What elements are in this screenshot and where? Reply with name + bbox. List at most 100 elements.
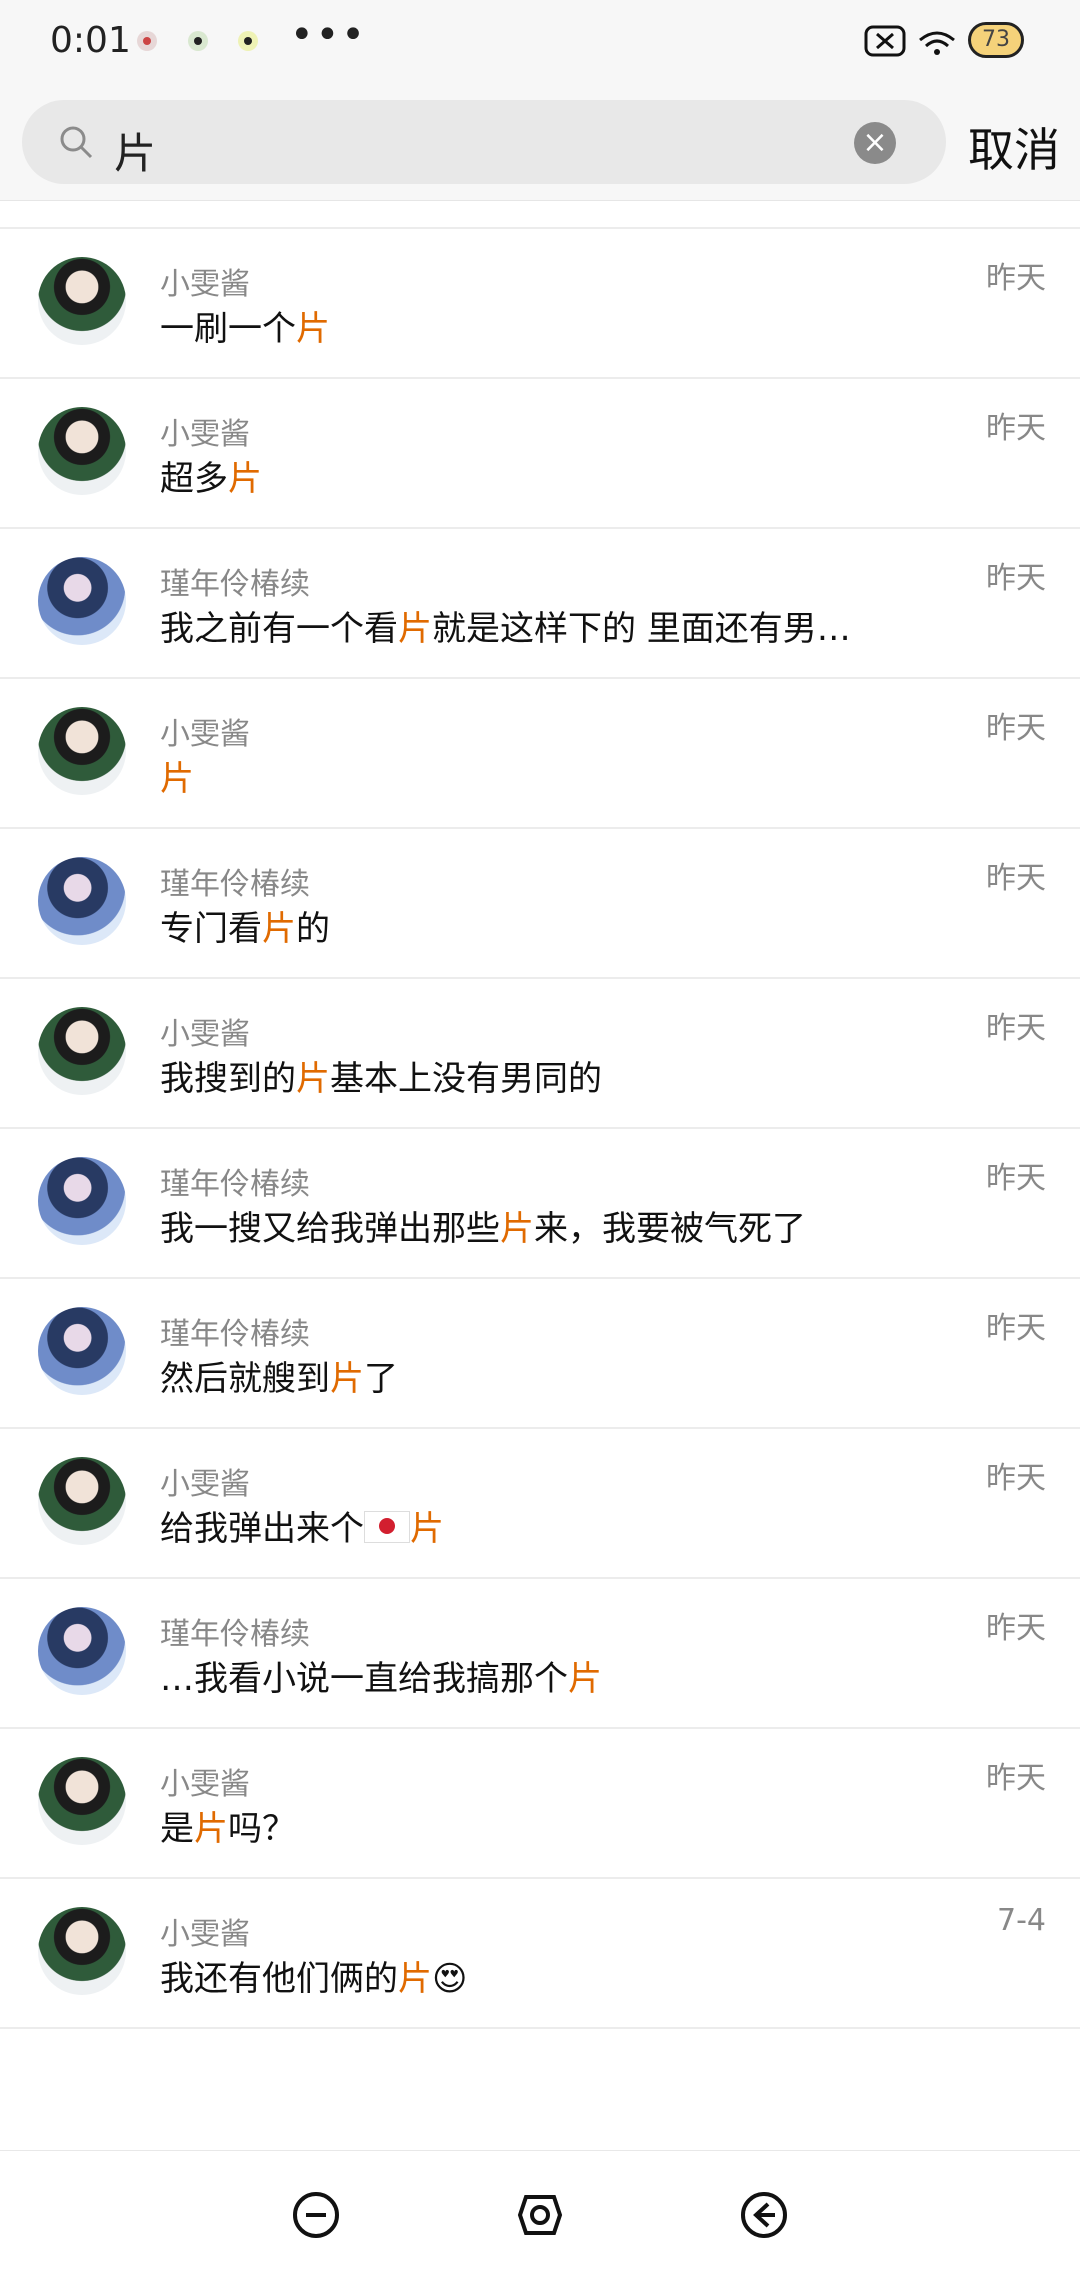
snippet-text: 基本上没有男同的 (330, 1059, 602, 1099)
result-row[interactable]: 小雯酱 昨天超多片 (0, 377, 1080, 527)
keyword-highlight: 片 (398, 1959, 432, 1999)
message-time: 昨天 (986, 1161, 1046, 1196)
sender-name: 小雯酱 (160, 267, 250, 302)
snippet-text: 我一搜又给我弹出那些 (160, 1209, 500, 1249)
result-row[interactable]: 小雯酱 昨天片 (0, 677, 1080, 827)
keyword-highlight: 片 (500, 1209, 534, 1249)
keyword-highlight: 片 (410, 1509, 444, 1549)
avatar[interactable] (38, 1307, 126, 1395)
search-results-list: 小雯酱 昨天 一刷一个片 小雯酱 昨天 超多片 瑾年伶椿续 昨天 我之前有一个看片就是这样下的 … (0, 227, 1080, 2029)
message-time: 7-4 (997, 1903, 1046, 1938)
snippet-text: 专门看 (160, 909, 262, 949)
keyword-highlight: 片 (296, 309, 330, 349)
sender-name: 瑾年伶椿续 (160, 567, 310, 602)
notification-icon (238, 31, 258, 51)
sender-name: 小雯酱 (160, 417, 250, 452)
result-row[interactable]: 瑾年伶椿续 昨天然后就艘到片了 (0, 1277, 1080, 1427)
result-row[interactable]: 瑾年伶椿续 昨天 专门看片的 (0, 827, 1080, 977)
snippet-text: 吗？ (228, 1809, 296, 1849)
message-snippet: 片 (160, 751, 194, 800)
result-row[interactable]: 小雯酱 昨天给我弹出来个 片 (0, 1427, 1080, 1577)
snippet-text: 我之前有一个看 (160, 609, 398, 649)
result-row[interactable]: 小雯酱 昨天 我搜到的片基本上没有男同的 (0, 977, 1080, 1127)
sender-name: 小雯酱 (160, 1467, 250, 1502)
snippet-text: 给我弹出来个 (160, 1509, 364, 1549)
keyword-highlight: 片 (568, 1659, 602, 1699)
snippet-text: 超多 (160, 459, 228, 499)
wifi-icon (919, 31, 955, 55)
menu-icon[interactable] (290, 2189, 342, 2241)
japan-flag-icon (364, 1511, 410, 1543)
result-row[interactable]: 瑾年伶椿续 昨天我之前有一个看片就是这样下的 里面还有男… (0, 527, 1080, 677)
message-snippet: 我还有他们俩的片😍 (160, 1951, 467, 2000)
clear-search-button[interactable]: × (854, 122, 896, 164)
avatar[interactable] (38, 707, 126, 795)
keyword-highlight: 片 (296, 1059, 330, 1099)
avatar[interactable] (38, 1757, 126, 1845)
keyword-highlight: 片 (398, 609, 432, 649)
snippet-text: 是 (160, 1809, 194, 1849)
avatar[interactable] (38, 257, 126, 345)
message-time: 昨天 (986, 1311, 1046, 1346)
message-snippet: 专门看片的 (160, 901, 330, 950)
keyword-highlight: 片 (194, 1809, 228, 1849)
home-icon[interactable] (514, 2189, 566, 2241)
notification-icon (137, 31, 157, 51)
keyword-highlight: 片 (262, 909, 296, 949)
avatar[interactable] (38, 1607, 126, 1695)
back-icon[interactable] (738, 2189, 790, 2241)
result-row[interactable]: 小雯酱 7-4 我还有他们俩的片😍 (0, 1877, 1080, 2027)
cancel-button[interactable]: 取消 (968, 114, 1060, 180)
sender-name: 瑾年伶椿续 (160, 1167, 310, 1202)
search-icon (60, 126, 93, 159)
result-row[interactable]: 小雯酱 昨天是片吗？ (0, 1727, 1080, 1877)
avatar[interactable] (38, 1457, 126, 1545)
message-time: 昨天 (986, 411, 1046, 446)
status-bar: 0:01 ••• 73 (0, 0, 1080, 90)
avatar[interactable] (38, 407, 126, 495)
sender-name: 瑾年伶椿续 (160, 1317, 310, 1352)
avatar[interactable] (38, 857, 126, 945)
avatar[interactable] (38, 557, 126, 645)
message-time: 昨天 (986, 1761, 1046, 1796)
snippet-text: 就是这样下的 里面还有男… (432, 609, 851, 649)
message-time: 昨天 (986, 711, 1046, 746)
message-snippet: 是片吗？ (160, 1801, 296, 1850)
message-time: 昨天 (986, 561, 1046, 596)
message-snippet: 然后就艘到片了 (160, 1351, 398, 1400)
snippet-text: 😍 (432, 1959, 468, 1999)
result-row[interactable]: 瑾年伶椿续 昨天 …我看小说一直给我搞那个片 (0, 1577, 1080, 1727)
message-time: 昨天 (986, 1461, 1046, 1496)
status-time: 0:01 (50, 20, 131, 61)
snippet-text: …我看小说一直给我搞那个 (160, 1659, 568, 1699)
avatar[interactable] (38, 1907, 126, 1995)
header-divider (0, 200, 1080, 201)
result-row[interactable]: 瑾年伶椿续 昨天我一搜又给我弹出那些片来，我要被气死了 (0, 1127, 1080, 1277)
snippet-text: 来，我要被气死了 (534, 1209, 806, 1249)
sender-name: 小雯酱 (160, 1017, 250, 1052)
sender-name: 瑾年伶椿续 (160, 1617, 310, 1652)
notification-icon (188, 31, 208, 51)
message-snippet: 我一搜又给我弹出那些片来，我要被气死了 (160, 1201, 806, 1250)
sim-icon (864, 25, 906, 57)
battery-icon: 73 (968, 22, 1024, 58)
search-input[interactable]: 片 × (22, 100, 946, 184)
message-snippet: 一刷一个片 (160, 301, 330, 350)
message-time: 昨天 (986, 1011, 1046, 1046)
snippet-text: 了 (364, 1359, 398, 1399)
bottom-nav-bar (0, 2150, 1080, 2281)
result-row[interactable]: 小雯酱 昨天一刷一个片 (0, 227, 1080, 377)
sender-name: 小雯酱 (160, 717, 250, 752)
message-time: 昨天 (986, 1611, 1046, 1646)
snippet-text: 一刷一个 (160, 309, 296, 349)
keyword-highlight: 片 (160, 759, 194, 799)
message-time: 昨天 (986, 261, 1046, 296)
sender-name: 小雯酱 (160, 1767, 250, 1802)
avatar[interactable] (38, 1157, 126, 1245)
keyword-highlight: 片 (330, 1359, 364, 1399)
message-snippet: 超多片 (160, 451, 262, 500)
search-area: 片 × 取消 (0, 90, 1080, 200)
snippet-text: 然后就艘到 (160, 1359, 330, 1399)
message-snippet: 给我弹出来个 片 (160, 1501, 444, 1550)
avatar[interactable] (38, 1007, 126, 1095)
